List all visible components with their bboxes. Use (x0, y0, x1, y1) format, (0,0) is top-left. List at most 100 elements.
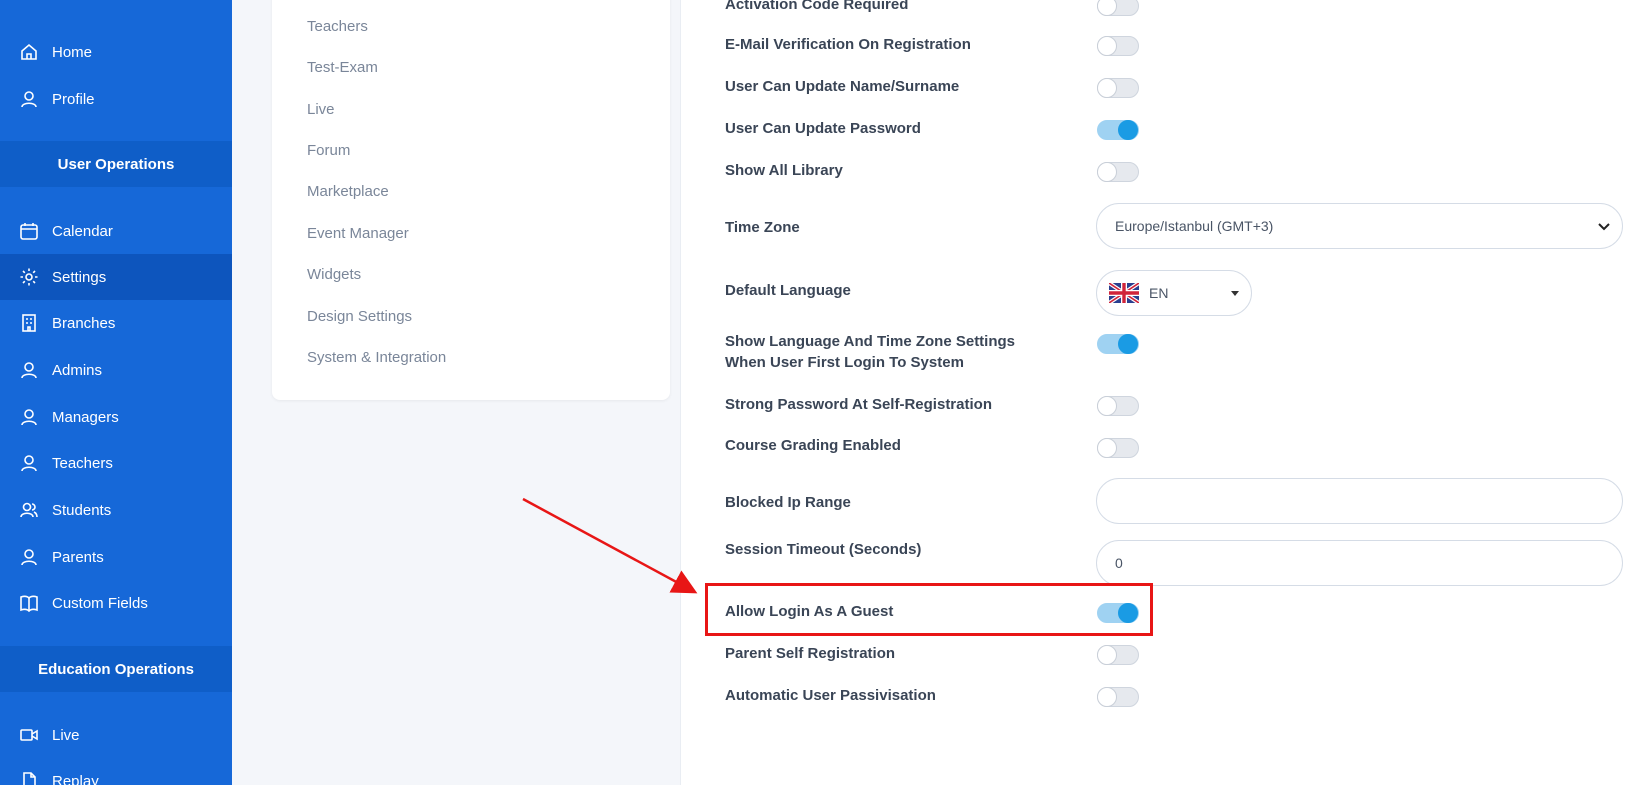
language-select[interactable]: EN (1096, 270, 1252, 316)
time-zone-select[interactable]: Europe/Istanbul (GMT+3) (1096, 203, 1623, 249)
submenu-item-teachers[interactable]: Teachers (307, 18, 368, 35)
time-zone-value: Europe/Istanbul (GMT+3) (1115, 218, 1274, 234)
submenu-item-test-exam[interactable]: Test-Exam (307, 59, 378, 76)
label-email-verification: E-Mail Verification On Registration (725, 36, 971, 53)
toggle-update-name[interactable] (1097, 78, 1139, 98)
submenu-item-system-integration[interactable]: System & Integration (307, 349, 446, 366)
toggle-knob (1097, 162, 1117, 182)
label-default-language: Default Language (725, 282, 851, 299)
submenu-item-widgets[interactable]: Widgets (307, 266, 361, 283)
calendar-icon (18, 220, 40, 242)
settings-panel: Activation Code Required E-Mail Verifica… (680, 0, 1643, 785)
label-update-password: User Can Update Password (725, 120, 921, 137)
sidebar-item-parents[interactable]: Parents (0, 534, 232, 580)
toggle-knob (1097, 645, 1117, 665)
sidebar-item-label: Calendar (52, 222, 113, 240)
sidebar-item-label: Admins (52, 361, 103, 379)
label-line: When User First Login To System (725, 354, 964, 371)
sidebar-item-replay[interactable]: Replay (0, 758, 232, 785)
sidebar-item-calendar[interactable]: Calendar (0, 208, 232, 254)
toggle-knob (1097, 0, 1117, 16)
sidebar-item-label: Replay (52, 772, 99, 785)
sidebar-item-admins[interactable]: Admins (0, 347, 232, 393)
book-icon (18, 592, 40, 614)
user-icon (18, 359, 40, 381)
label-session-timeout: Session Timeout (Seconds) (725, 541, 922, 558)
toggle-knob (1097, 396, 1117, 416)
label-show-lang-tz: Show Language And Time Zone Settings Whe… (725, 331, 1015, 373)
sidebar-item-teachers[interactable]: Teachers (0, 440, 232, 486)
user-icon (18, 406, 40, 428)
sidebar-item-live[interactable]: Live (0, 712, 232, 758)
sidebar-item-label: Home (52, 43, 93, 61)
sidebar-item-students[interactable]: Students (0, 487, 232, 533)
user-icon (18, 88, 40, 110)
label-update-name: User Can Update Name/Surname (725, 78, 960, 95)
section-education-operations: Education Operations (0, 646, 232, 692)
toggle-show-lang-tz[interactable] (1097, 334, 1139, 354)
chevron-down-icon (1598, 223, 1610, 231)
toggle-knob (1097, 438, 1117, 458)
user-icon (18, 546, 40, 568)
home-icon (18, 41, 40, 63)
label-activation-code: Activation Code Required (725, 0, 909, 13)
sidebar-item-label: Students (52, 501, 112, 519)
sidebar-item-label: Branches (52, 314, 116, 332)
toggle-auto-passivisation[interactable] (1097, 687, 1139, 707)
toggle-knob (1118, 120, 1138, 140)
sidebar-item-label: Teachers (52, 454, 113, 472)
session-timeout-input[interactable]: 0 (1096, 540, 1623, 586)
settings-submenu: Teachers Test-Exam Live Forum Marketplac… (272, 0, 670, 400)
toggle-activation-code[interactable] (1097, 0, 1139, 16)
sidebar-item-home[interactable]: Home (0, 29, 232, 75)
label-auto-passivisation: Automatic User Passivisation (725, 687, 936, 704)
label-parent-self-registration: Parent Self Registration (725, 645, 896, 662)
users-icon (18, 499, 40, 521)
session-timeout-value: 0 (1115, 555, 1123, 571)
sidebar-item-managers[interactable]: Managers (0, 394, 232, 440)
file-icon (18, 770, 40, 785)
toggle-knob (1097, 78, 1117, 98)
label-strong-password: Strong Password At Self-Registration (725, 396, 992, 413)
video-icon (18, 724, 40, 746)
language-value: EN (1149, 285, 1169, 301)
caret-down-icon (1231, 291, 1239, 296)
submenu-item-live[interactable]: Live (307, 101, 335, 118)
sidebar: Home Profile User Operations Calendar Se… (0, 0, 232, 785)
section-user-operations: User Operations (0, 141, 232, 187)
submenu-item-forum[interactable]: Forum (307, 142, 350, 159)
label-line: Show Language And Time Zone Settings (725, 333, 1016, 350)
sidebar-item-branches[interactable]: Branches (0, 300, 232, 346)
blocked-ip-input[interactable] (1096, 478, 1623, 524)
sidebar-item-label: Settings (52, 268, 107, 286)
label-course-grading: Course Grading Enabled (725, 437, 901, 454)
sidebar-item-custom-fields[interactable]: Custom Fields (0, 580, 232, 626)
toggle-update-password[interactable] (1097, 120, 1139, 140)
user-icon (18, 452, 40, 474)
toggle-parent-self-registration[interactable] (1097, 645, 1139, 665)
sidebar-item-label: Live (52, 726, 80, 744)
sidebar-item-settings[interactable]: Settings (0, 254, 232, 300)
toggle-knob (1097, 36, 1117, 56)
submenu-item-event-manager[interactable]: Event Manager (307, 225, 409, 242)
sidebar-item-label: Profile (52, 90, 95, 108)
sidebar-item-label: Managers (52, 408, 119, 426)
label-time-zone: Time Zone (725, 219, 800, 236)
toggle-email-verification[interactable] (1097, 36, 1139, 56)
highlight-box (705, 583, 1153, 636)
sidebar-item-profile[interactable]: Profile (0, 76, 232, 122)
toggle-knob (1118, 334, 1138, 354)
toggle-course-grading[interactable] (1097, 438, 1139, 458)
toggle-strong-password[interactable] (1097, 396, 1139, 416)
sidebar-item-label: Custom Fields (52, 594, 148, 612)
label-show-library: Show All Library (725, 162, 843, 179)
toggle-show-library[interactable] (1097, 162, 1139, 182)
sidebar-item-label: Parents (52, 548, 104, 566)
submenu-item-marketplace[interactable]: Marketplace (307, 183, 389, 200)
toggle-knob (1097, 687, 1117, 707)
submenu-item-design-settings[interactable]: Design Settings (307, 308, 412, 325)
gear-icon (18, 266, 40, 288)
building-icon (18, 312, 40, 334)
label-blocked-ip: Blocked Ip Range (725, 494, 851, 511)
uk-flag-icon (1109, 283, 1139, 303)
